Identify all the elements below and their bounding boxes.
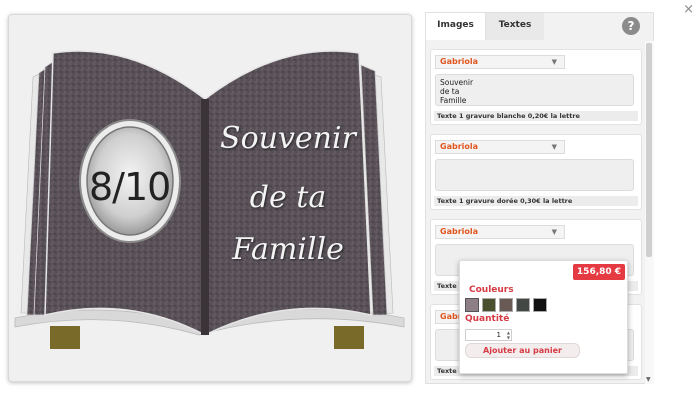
tab-images[interactable]: Images — [426, 13, 486, 40]
font-select-value: Gabriola — [440, 227, 479, 236]
plaque-number: 8/10 — [89, 165, 171, 209]
color-swatch-1[interactable] — [465, 298, 479, 312]
inscription-line-3: Famille — [232, 232, 344, 267]
font-select-value: Gabriola — [440, 142, 479, 151]
color-swatch-2[interactable] — [482, 298, 496, 312]
font-select-3[interactable]: Gabriola ▼ — [435, 225, 565, 239]
chevron-down-icon: ▼ — [551, 143, 557, 151]
quantity-value: 1 — [496, 331, 501, 339]
engraving-label-1: Texte 1 gravure blanche 0,20€ la lettre — [434, 111, 638, 121]
scrollbar-thumb[interactable] — [646, 43, 652, 257]
tab-textes[interactable]: Textes — [486, 13, 544, 40]
text-block-1: Gabriola ▼ Souvenir de ta Famille Texte … — [430, 49, 642, 125]
spinner-arrows-icon[interactable]: ▲ ▼ — [507, 330, 510, 340]
panel-scrollbar[interactable]: ▼ — [645, 41, 654, 384]
color-swatch-5[interactable] — [533, 298, 547, 312]
text-block-2: Gabriola ▼ Texte 1 gravure dorée 0,30€ l… — [430, 134, 642, 210]
colors-label: Couleurs — [469, 285, 514, 295]
chevron-down-icon: ▼ — [551, 58, 557, 66]
color-swatch-4[interactable] — [516, 298, 530, 312]
close-icon[interactable]: × — [683, 2, 694, 17]
font-select-2[interactable]: Gabriola ▼ — [435, 140, 565, 154]
order-popup: 156,80 € Couleurs Quantité 1 ▲ ▼ Ajouter … — [459, 260, 628, 374]
text-input-1[interactable]: Souvenir de ta Famille — [435, 74, 634, 106]
font-select-1[interactable]: Gabriola ▼ — [435, 55, 565, 69]
configurator-window: × 8/10 Souvenir de ta Famille Images Tex… — [0, 0, 700, 415]
scroll-down-icon[interactable]: ▼ — [646, 376, 651, 383]
tab-bar: Images Textes ? — [426, 13, 655, 40]
text-input-2[interactable] — [435, 159, 634, 191]
chevron-down-icon: ▼ — [551, 228, 557, 236]
inscription-line-1: Souvenir — [220, 121, 356, 156]
price-badge: 156,80 € — [573, 264, 625, 280]
color-swatch-3[interactable] — [499, 298, 513, 312]
quantity-label: Quantité — [465, 314, 510, 324]
add-to-cart-button[interactable]: Ajouter au panier — [465, 343, 580, 358]
book-preview: 8/10 Souvenir de ta Famille — [8, 14, 412, 382]
help-icon[interactable]: ? — [622, 17, 640, 35]
engraving-label-2: Texte 1 gravure dorée 0,30€ la lettre — [434, 196, 638, 206]
inscription-line-2: de ta — [249, 180, 327, 215]
font-select-value: Gabriola — [440, 57, 479, 66]
quantity-stepper[interactable]: 1 ▲ ▼ — [465, 329, 512, 341]
